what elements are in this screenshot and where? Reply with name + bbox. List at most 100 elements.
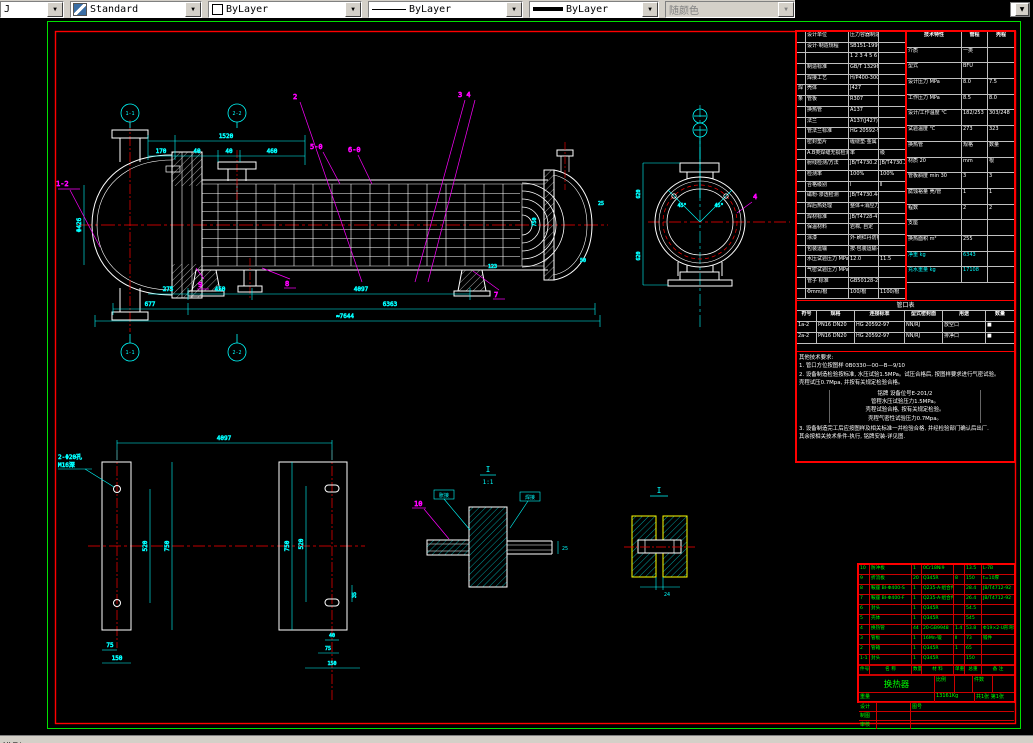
bom-row: 1-1 封头 1 Q345R 150 bbox=[859, 655, 1014, 665]
chevron-down-icon[interactable]: ▼ bbox=[1015, 3, 1029, 16]
spec-row: 工作压力 MPa 8.5 8.0 bbox=[907, 94, 1014, 111]
svg-text:40: 40 bbox=[193, 148, 201, 155]
linetype-combo[interactable]: ByLayer ▼ bbox=[368, 0, 523, 18]
cell-name: 折流板 bbox=[870, 575, 912, 585]
cell-no: 2a-2 bbox=[797, 333, 817, 344]
cell-g bbox=[797, 160, 806, 171]
lineweight-combo[interactable]: ByLayer ▼ bbox=[529, 0, 659, 18]
cell-a: 一类 bbox=[962, 47, 988, 64]
cell-name: 鞍座 BI-Φ400-F bbox=[870, 595, 912, 605]
cell-g bbox=[797, 170, 806, 182]
chevron-down-icon[interactable]: ▼ bbox=[47, 1, 63, 17]
mini-combo[interactable]: ▼ bbox=[1010, 2, 1030, 17]
cell-a bbox=[849, 267, 879, 278]
svg-text:4: 4 bbox=[753, 193, 757, 201]
spec-row: 密封垫片 缠绕垫·金属 bbox=[797, 138, 905, 150]
cell-a: 压力容器制造许可证 bbox=[849, 32, 879, 43]
spec-table-left: 设计单位压力容器制造许可证设计·制造规程SB151-1999(四类)1 2 3 … bbox=[797, 32, 907, 300]
spec-row: 换热管 规格 数量 bbox=[907, 141, 1014, 158]
bom-table: 10 防冲板 1 0Cr18Ni9 13.5 L-7B 9 折流板 20 Q345R 8 150 t=1… bbox=[859, 565, 1014, 666]
cell-name: 管板 bbox=[870, 635, 912, 645]
svg-text:25: 25 bbox=[598, 201, 604, 207]
cell-qty: 1 bbox=[912, 565, 922, 575]
spec-panel: 设计单位压力容器制造许可证设计·制造规程SB151-1999(四类)1 2 3 … bbox=[795, 30, 1016, 463]
cell-a bbox=[962, 220, 988, 236]
cell-mat: Q345R bbox=[922, 645, 954, 655]
cell-l: 设计压力 MPa bbox=[907, 79, 962, 95]
cell-b: JB/T4730.2 bbox=[879, 160, 905, 171]
cell-a: JB/T4728-4735-2000 bbox=[849, 213, 879, 225]
cell-b bbox=[879, 203, 905, 214]
cell-unit bbox=[954, 595, 965, 605]
cell-qty: ■ bbox=[986, 333, 1014, 344]
cell-no: 1a-2 bbox=[797, 322, 817, 333]
svg-text:1-1: 1-1 bbox=[125, 350, 134, 356]
cell-qty: 1 bbox=[912, 645, 922, 655]
spec-row: 设计压力 MPa 8.0 7.5 bbox=[907, 79, 1014, 95]
spec-row: 换热面积 m² 255 bbox=[907, 235, 1014, 252]
spec-row: 法兰 A137(J427) bbox=[797, 117, 905, 129]
cell-mat: Q345R bbox=[922, 605, 954, 615]
cell-g bbox=[797, 53, 806, 65]
chevron-down-icon[interactable]: ▼ bbox=[345, 1, 361, 17]
svg-text:170: 170 bbox=[156, 148, 167, 155]
spec-row: 充水重量 kg 17108 bbox=[907, 267, 1014, 283]
cell-mat: 16Mn·锻 bbox=[922, 635, 954, 645]
chevron-down-icon[interactable]: ▼ bbox=[642, 1, 658, 17]
cell-a: 100/根 bbox=[849, 288, 879, 300]
cell-mat: Q345R bbox=[922, 655, 954, 665]
cell-b: 7.5 bbox=[988, 79, 1014, 95]
cell-l: 涂漆 bbox=[806, 235, 849, 246]
cell-a: 100% bbox=[849, 170, 879, 182]
svg-text:2-2: 2-2 bbox=[232, 350, 241, 356]
cell-mat: 20·GB9948 bbox=[922, 625, 954, 635]
cell-l: 程数 bbox=[907, 204, 962, 221]
support-plate-dimensions: 4097 2-Φ20孔 M16深 520 750 75 150 520 750 … bbox=[58, 435, 360, 669]
cell-l: 水压试验压力 MPa bbox=[806, 256, 849, 268]
spec-row: 条管板 R307 bbox=[797, 96, 905, 107]
layer-combo[interactable]: J ▼ bbox=[0, 0, 64, 18]
cell-a: GB50128-2008 bbox=[849, 277, 879, 289]
svg-text:1520: 1520 bbox=[219, 133, 234, 140]
nameplate-block: 铭牌 设备位号E-201/2 管程水压试验压力1.5MPa。 壳程试验合格, 按… bbox=[829, 389, 981, 423]
cell-l: 腐蚀裕量 壳/管 bbox=[907, 188, 962, 205]
cell-total: 150 bbox=[965, 575, 982, 585]
toolbar-spacer: ▼ bbox=[795, 0, 1033, 18]
support-plate-view bbox=[88, 450, 365, 700]
chevron-down-icon[interactable]: ▼ bbox=[185, 1, 201, 17]
color-combo[interactable]: ByLayer ▼ bbox=[208, 0, 362, 18]
cell-l: 材质 20 bbox=[907, 157, 962, 174]
cell-l: 磁粉·渗透检测 bbox=[806, 192, 849, 203]
bom-row: 2 管箱 1 Q345R 1 65 bbox=[859, 645, 1014, 655]
cell-l: 包装运输 bbox=[806, 245, 849, 257]
spec-row: 设计单位压力容器制造许可证 bbox=[797, 32, 905, 43]
cell-no: 6 bbox=[859, 605, 870, 615]
text-style-combo[interactable]: Standard ▼ bbox=[70, 0, 202, 18]
cell-b bbox=[879, 267, 905, 278]
cell-b bbox=[988, 267, 1014, 283]
cell-b bbox=[988, 48, 1014, 64]
titleblock-row-label: 设计 bbox=[859, 703, 877, 711]
svg-text:520: 520 bbox=[298, 538, 305, 549]
nozzle-row: 1a-2 PN16 DN20 HG 20592-97 NN/RJ 放空口 ■ bbox=[797, 322, 1014, 333]
svg-text:35: 35 bbox=[352, 592, 358, 598]
chevron-down-icon[interactable]: ▼ bbox=[506, 1, 522, 17]
drawing-canvas[interactable]: 1520 170 40 40 460 275 450 4097 677 6363… bbox=[0, 18, 1033, 735]
spec-row: 管板斜度 min 30 3 3 bbox=[907, 173, 1014, 189]
svg-text:450: 450 bbox=[215, 286, 226, 293]
text-style-value: Standard bbox=[90, 3, 139, 15]
cell-unit: 8 bbox=[954, 575, 965, 585]
cell-g bbox=[797, 42, 806, 54]
cell-b bbox=[879, 32, 905, 43]
cell-a: A137(J427) bbox=[849, 117, 879, 129]
spec-row: 射线检测/方法 JB/T4730.2 JB/T4730.2 bbox=[797, 160, 905, 171]
detail-1: I 1:1 25 胀接 焊接 bbox=[426, 465, 568, 588]
nozzle-table: 管口表 符号 规格 连接标准 型式密封面 用途 数量 1a-2 PN16 DN20 HG 205… bbox=[797, 301, 1014, 352]
cell-l: 换热管 bbox=[907, 141, 962, 158]
spec-row: 介质 一类 bbox=[907, 47, 1014, 64]
cell-qty: 1 bbox=[912, 615, 922, 625]
cell-a: 12.0 bbox=[849, 256, 879, 268]
cell-g bbox=[797, 32, 806, 43]
spec-row: 程数 2 2 bbox=[907, 204, 1014, 221]
svg-text:45°: 45° bbox=[677, 203, 686, 209]
